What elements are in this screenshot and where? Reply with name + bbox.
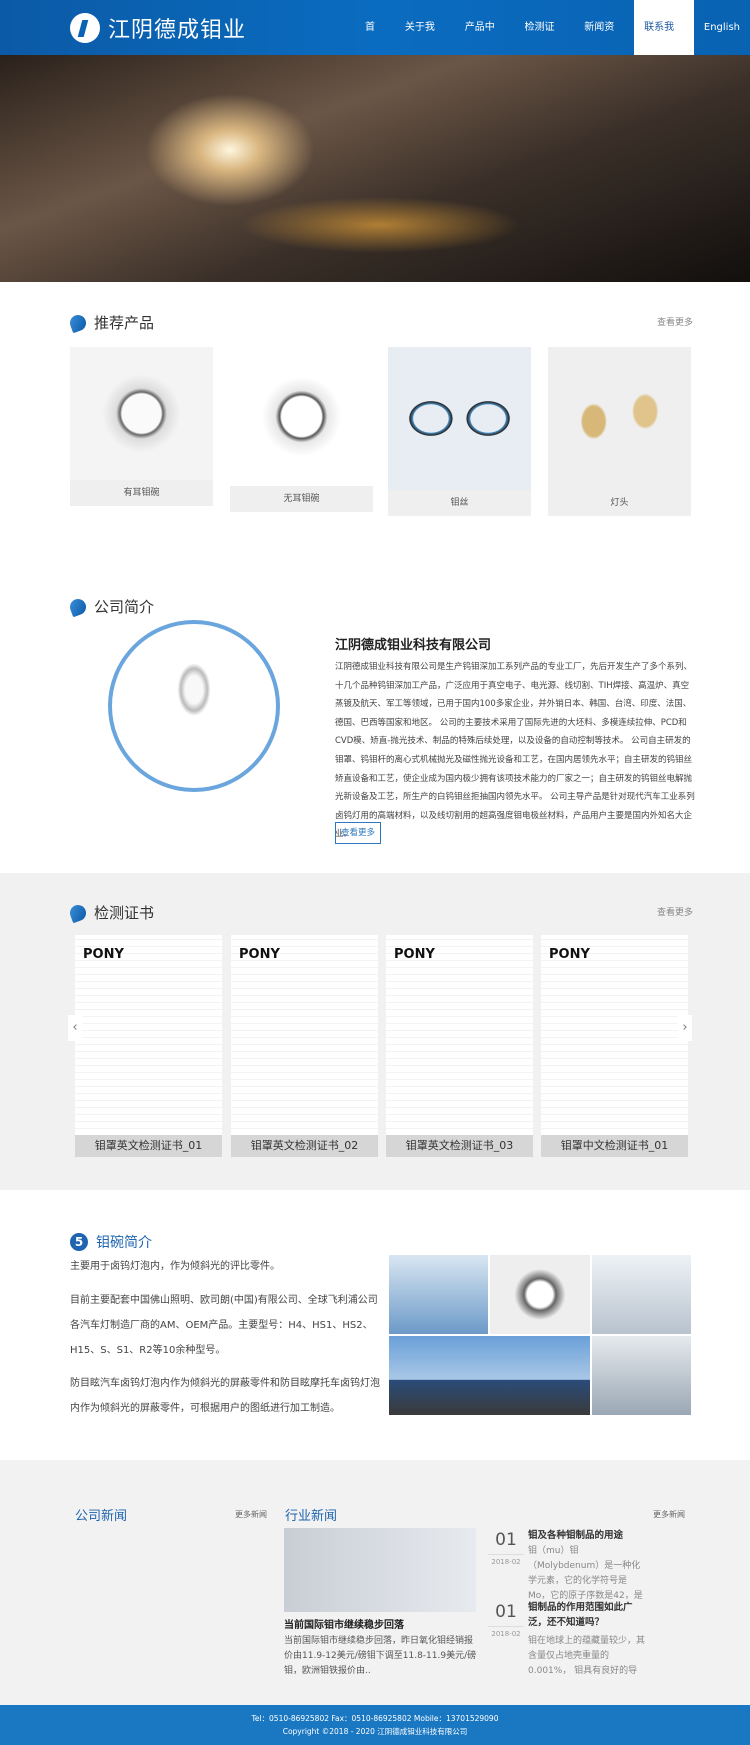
certificate-brand: PONY [83, 947, 124, 962]
product-label: 钼丝 [388, 490, 531, 516]
nav-home[interactable]: 首页 [355, 0, 395, 88]
main-nav: 首页 关于我们 产品中心 检测证书 新闻资讯 联系我们 English [355, 0, 750, 88]
product-card[interactable]: 无耳钼碗 [230, 347, 373, 512]
news-month: 2018-02 [488, 1554, 524, 1566]
handshake-image [591, 1336, 691, 1415]
section-logo-icon [67, 596, 89, 617]
news-day: 01 [495, 1602, 517, 1622]
certificate-card[interactable]: PONY 钼罩英文检测证书_02 [231, 935, 378, 1157]
bowl-title: 5 钼碗简介 [70, 1232, 152, 1252]
company-name: 江阴德成钼业科技有限公司 [335, 638, 492, 653]
news-day: 01 [495, 1530, 517, 1550]
company-news-more-link[interactable]: 更多新闻 [235, 1509, 267, 1520]
header: 江阴德成钼业 首页 关于我们 产品中心 检测证书 新闻资讯 联系我们 Engli… [0, 0, 750, 88]
certificate-brand: PONY [549, 947, 590, 962]
certificates-title: 检测证书 [67, 902, 155, 923]
news-item-title[interactable]: 钼制品的作用范围如此广泛，还不知道吗？ [528, 1600, 650, 1630]
certificates-title-text: 检测证书 [94, 904, 155, 922]
certificate-card[interactable]: PONY 钼罩中文检测证书_01 [541, 935, 688, 1157]
product-image [548, 347, 691, 490]
product-card[interactable]: 钼丝 [388, 347, 531, 516]
logo-icon [70, 13, 100, 43]
nav-certificates[interactable]: 检测证书 [515, 0, 575, 88]
nav-news[interactable]: 新闻资讯 [574, 0, 634, 88]
certificate-caption: 钼罩英文检测证书_01 [75, 1135, 222, 1157]
featured-news-image[interactable] [284, 1528, 476, 1612]
hero-banner-image [0, 55, 750, 282]
footer: Tel：0510-86925802 Fax：0510-86925802 Mobi… [0, 1705, 750, 1745]
product-label: 有耳钼碗 [70, 480, 213, 506]
product-image [388, 347, 531, 490]
footer-contact: Tel：0510-86925802 Fax：0510-86925802 Mobi… [251, 1714, 499, 1723]
product-card[interactable]: 灯头 [548, 347, 691, 516]
worker-image [389, 1255, 489, 1334]
products-title-text: 推荐产品 [94, 314, 155, 332]
certificate-image: PONY [75, 935, 222, 1135]
truck-image [389, 1336, 590, 1415]
bowl-paragraph: 防目眩汽车卤钨灯泡内作为倾斜光的屏蔽零件和防目眩摩托车卤钨灯泡内作为倾斜光的屏蔽… [70, 1378, 380, 1414]
industry-news-title: 行业新闻 [285, 1509, 338, 1524]
certificate-brand: PONY [239, 947, 280, 962]
products-title: 推荐产品 [67, 312, 155, 333]
carousel-prev-arrow-icon[interactable]: ‹ [68, 1015, 82, 1041]
certificate-image: PONY [386, 935, 533, 1135]
bowl-description: 主要用于卤钨灯泡内，作为倾斜光的评比零件。 目前主要配套中国佛山照明、欧司朗(中… [70, 1256, 385, 1421]
bowl-parts-image [490, 1255, 590, 1334]
footer-copyright: Copyright ©2018 - 2020 江阴德成钼业科技有限公司 [282, 1727, 468, 1736]
about-more-button[interactable]: 查看更多 [335, 822, 381, 844]
certificate-image: PONY [541, 935, 688, 1135]
carousel-next-arrow-icon[interactable]: › [678, 1015, 692, 1041]
bowl-title-text: 钼碗简介 [96, 1235, 152, 1251]
featured-news-summary: 当前国际钼市继续稳步回落，昨日氧化钼经销报价由11.9-12美元/磅钼下调至11… [284, 1636, 477, 1676]
news-date: 01 2018-02 [488, 1530, 524, 1566]
certificate-caption: 钼罩英文检测证书_02 [231, 1135, 378, 1157]
certificate-caption: 钼罩中文检测证书_01 [541, 1135, 688, 1157]
about-title: 公司简介 [67, 596, 155, 617]
company-news-title: 公司新闻 [75, 1509, 128, 1524]
product-card[interactable]: 有耳钼碗 [70, 347, 213, 506]
section-logo-icon [67, 902, 89, 923]
news-item-summary: 钼在地球上的蕴藏量较少，其含量仅占地壳重量的0.001%， 钼具有良好的导电性和… [528, 1636, 646, 1676]
products-more-link[interactable]: 查看更多 [657, 315, 693, 328]
news-date: 01 2018-02 [488, 1602, 524, 1638]
certificates-more-link[interactable]: 查看更多 [657, 905, 693, 918]
news-item-summary: 钼（mu）钼（Molybdenum）是一种化学元素，它的化学符号是Mo，它的原子… [528, 1546, 643, 1601]
certificate-caption: 钼罩英文检测证书_03 [386, 1135, 533, 1157]
news-item-title[interactable]: 钼及各种钼制品的用途 [528, 1527, 646, 1541]
nav-about[interactable]: 关于我们 [395, 0, 455, 88]
section-logo-icon [67, 312, 89, 333]
logo-text: 江阴德成钼业 [108, 18, 247, 43]
product-image [70, 347, 213, 480]
industry-news-more-link[interactable]: 更多新闻 [653, 1509, 685, 1520]
product-image [230, 347, 373, 486]
nav-contact[interactable]: 联系我们 [634, 0, 694, 88]
about-bulb-image [108, 620, 280, 792]
nav-products[interactable]: 产品中心 [455, 0, 515, 88]
featured-news-title[interactable]: 当前国际钼市继续稳步回落 [284, 1616, 404, 1631]
certificate-card[interactable]: PONY 钼罩英文检测证书_01 [75, 935, 222, 1157]
product-label: 无耳钼碗 [230, 486, 373, 512]
logo[interactable]: 江阴德成钼业 [70, 12, 246, 44]
company-description: 江阴德成钼业科技有限公司是生产钨钼深加工系列产品的专业工厂，先后开发生产了多个系… [335, 662, 695, 840]
bowl-image-collage [389, 1255, 691, 1415]
about-title-text: 公司简介 [94, 598, 155, 616]
nav-english[interactable]: English [694, 0, 750, 55]
news-month: 2018-02 [488, 1626, 524, 1638]
certificate-card[interactable]: PONY 钼罩英文检测证书_03 [386, 935, 533, 1157]
number-badge: 5 [70, 1233, 88, 1251]
bowl-paragraph: 主要用于卤钨灯泡内，作为倾斜光的评比零件。 [70, 1261, 280, 1272]
product-label: 灯头 [548, 490, 691, 516]
factory-image [591, 1255, 691, 1334]
certificate-brand: PONY [394, 947, 435, 962]
bowl-paragraph: 目前主要配套中国佛山照明、欧司朗(中国)有限公司、全球飞利浦公司各汽车灯制造厂商… [70, 1295, 378, 1356]
certificate-image: PONY [231, 935, 378, 1135]
